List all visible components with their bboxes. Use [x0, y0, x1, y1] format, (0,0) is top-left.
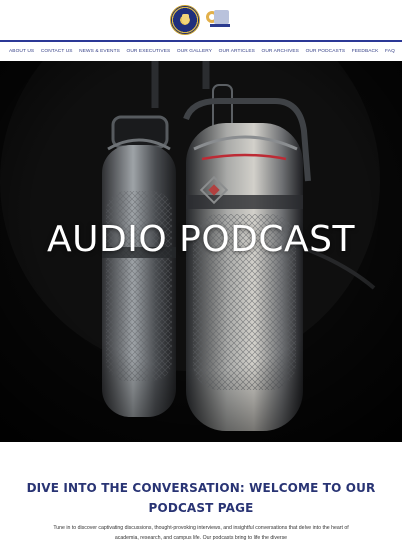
- nav-item-our-archives[interactable]: OUR ARCHIVES: [262, 49, 299, 54]
- main-navigation: ABOUT US CONTACT US NEWS & EVENTS OUR EX…: [0, 42, 402, 61]
- podcast-intro: DIVE INTO THE CONVERSATION: WELCOME TO O…: [0, 442, 402, 546]
- nav-item-faq[interactable]: FAQ: [385, 49, 395, 54]
- nav-item-our-podcasts[interactable]: OUR PODCASTS: [306, 49, 346, 54]
- media-logo-underline: [210, 24, 230, 27]
- media-logo[interactable]: [203, 9, 237, 31]
- nav-item-our-executives[interactable]: OUR EXECUTIVES: [127, 49, 171, 54]
- nav-item-news-events[interactable]: NEWS & EVENTS: [79, 49, 120, 54]
- university-seal-logo[interactable]: [170, 5, 200, 35]
- media-logo-badge: [214, 10, 229, 24]
- nav-item-feedback[interactable]: FEEDBACK: [352, 49, 379, 54]
- site-header: [0, 0, 402, 40]
- intro-heading: DIVE INTO THE CONVERSATION: WELCOME TO O…: [26, 481, 376, 515]
- hero-title: AUDIO PODCAST: [47, 219, 355, 260]
- nav-item-about-us[interactable]: ABOUT US: [9, 49, 34, 54]
- hero-banner: AUDIO PODCAST: [0, 61, 402, 442]
- nav-item-our-gallery[interactable]: OUR GALLERY: [177, 49, 212, 54]
- intro-paragraph: Tune in to discover captivating discussi…: [53, 525, 349, 541]
- nav-item-contact-us[interactable]: CONTACT US: [41, 49, 73, 54]
- nav-item-our-articles[interactable]: OUR ARTICLES: [219, 49, 255, 54]
- site-logos[interactable]: [170, 4, 237, 36]
